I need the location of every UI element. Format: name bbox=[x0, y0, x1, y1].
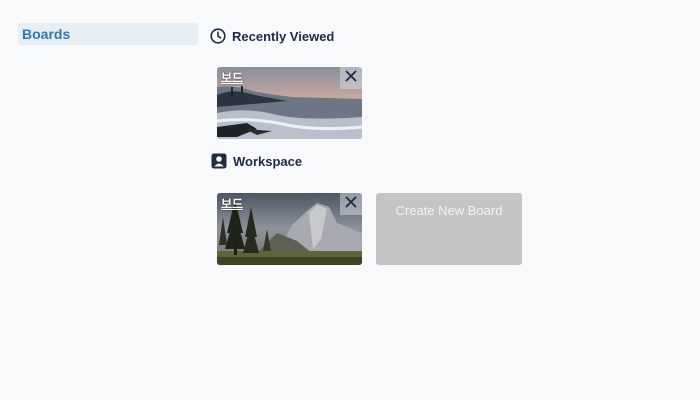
clock-icon bbox=[210, 28, 226, 44]
recently-viewed-header: Recently Viewed bbox=[210, 28, 334, 44]
create-new-board-button[interactable]: Create New Board bbox=[376, 193, 522, 265]
create-board-label: Create New Board bbox=[395, 203, 503, 218]
close-icon bbox=[345, 69, 357, 87]
section-title: Workspace bbox=[233, 153, 303, 169]
board-title: 보드 bbox=[221, 71, 244, 85]
sidebar-item-label: Boards bbox=[22, 26, 71, 42]
sidebar-item-boards[interactable]: Boards bbox=[18, 23, 198, 45]
section-title: Recently Viewed bbox=[232, 28, 335, 44]
app-page: Boards Recently Viewed 보드 Workspace 보드 C… bbox=[0, 0, 700, 400]
board-tile[interactable]: 보드 bbox=[217, 67, 362, 139]
board-title: 보드 bbox=[221, 197, 244, 211]
close-button[interactable] bbox=[340, 193, 362, 215]
close-icon bbox=[345, 195, 357, 213]
sidebar: Boards bbox=[18, 23, 198, 45]
workspace-header: Workspace bbox=[211, 153, 302, 169]
person-icon bbox=[211, 153, 227, 169]
close-button[interactable] bbox=[340, 67, 362, 89]
board-tile[interactable]: 보드 bbox=[217, 193, 362, 265]
